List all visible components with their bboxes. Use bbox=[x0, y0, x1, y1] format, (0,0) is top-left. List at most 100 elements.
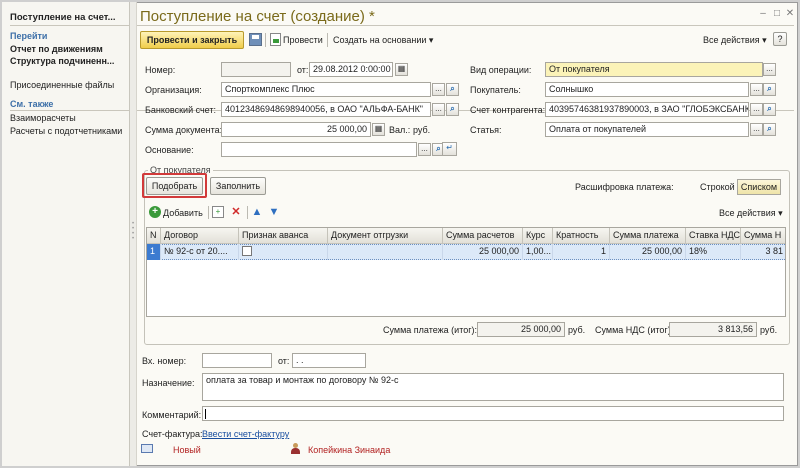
column-header-multiplicity[interactable]: Кратность bbox=[553, 228, 610, 244]
sidebar-item-attached-files[interactable]: Присоединенные файлы bbox=[10, 80, 126, 90]
add-icon[interactable]: + bbox=[149, 206, 161, 218]
number-field[interactable] bbox=[221, 62, 291, 77]
table-cell-contract[interactable]: № 92-с от 20.... bbox=[161, 244, 239, 260]
column-header-shipment-document[interactable]: Документ отгрузки bbox=[328, 228, 443, 244]
table-cell-vat-sum[interactable]: 3 81 bbox=[741, 244, 785, 260]
minimize-icon[interactable]: – bbox=[757, 8, 769, 20]
organization-label: Организация: bbox=[145, 85, 202, 95]
open-search-icon[interactable]: ⌕ bbox=[763, 123, 776, 136]
table-cell-vat-rate[interactable]: 18% bbox=[686, 244, 741, 260]
post-document-icon[interactable] bbox=[270, 33, 281, 46]
select-ellipsis-icon[interactable]: ... bbox=[763, 63, 776, 76]
article-field[interactable]: Оплата от покупателей bbox=[545, 122, 749, 137]
payment-decode-label: Расшифровка платежа: bbox=[575, 182, 674, 192]
open-search-icon[interactable]: ⌕ bbox=[763, 83, 776, 96]
buyer-label: Покупатель: bbox=[470, 85, 521, 95]
open-search-icon[interactable]: ⌕ bbox=[763, 103, 776, 116]
table-cell-rate[interactable]: 1,00... bbox=[523, 244, 553, 260]
currency-label: Вал.: bbox=[389, 125, 411, 135]
column-header-calc-sum[interactable]: Сумма расчетов bbox=[443, 228, 523, 244]
vat-total-field: 3 813,56 bbox=[669, 322, 757, 337]
basis-label: Основание: bbox=[145, 145, 194, 155]
purpose-field[interactable]: оплата за товар и монтаж по договору № 9… bbox=[202, 373, 784, 401]
move-down-icon[interactable]: ▼ bbox=[268, 206, 280, 218]
advance-checkbox[interactable] bbox=[242, 246, 252, 256]
bank-account-field[interactable]: 40123486948698940056, в ОАО "АЛЬФА-БАНК" bbox=[221, 102, 431, 117]
column-header-n[interactable]: N bbox=[147, 228, 161, 244]
sidebar-item-movements-report[interactable]: Отчет по движениям bbox=[10, 44, 126, 54]
purpose-label: Назначение: bbox=[142, 378, 195, 388]
all-actions-button[interactable]: Все действия ▾ bbox=[703, 32, 767, 48]
pick-button[interactable]: Подобрать bbox=[146, 177, 203, 195]
column-header-rate[interactable]: Курс bbox=[523, 228, 553, 244]
select-ellipsis-icon[interactable]: ... bbox=[750, 103, 763, 116]
add-button[interactable]: Добавить bbox=[163, 208, 203, 218]
calculator-icon[interactable]: ▦ bbox=[372, 123, 385, 136]
author-name: Копейкина Зинаида bbox=[308, 445, 391, 455]
sidebar bbox=[2, 2, 130, 466]
date-from-label: от: bbox=[297, 65, 309, 75]
table-cell-advance[interactable] bbox=[239, 244, 328, 260]
basis-field[interactable] bbox=[221, 142, 417, 157]
incoming-number-field[interactable] bbox=[202, 353, 272, 368]
organization-field[interactable]: Спорткомплекс Плюс bbox=[221, 82, 431, 97]
mode-row-option[interactable]: Строкой bbox=[700, 182, 735, 192]
buyer-field[interactable]: Солнышко bbox=[545, 82, 749, 97]
save-icon[interactable] bbox=[249, 33, 262, 46]
help-button[interactable]: ? bbox=[773, 32, 787, 46]
post-and-close-button[interactable]: Провести и закрыть bbox=[140, 31, 244, 49]
payment-total-field: 25 000,00 bbox=[477, 322, 565, 337]
sidebar-item-settlements[interactable]: Взаиморасчеты bbox=[10, 113, 126, 123]
select-ellipsis-icon[interactable]: ... bbox=[750, 123, 763, 136]
vat-total-label: Сумма НДС (итог): bbox=[595, 325, 674, 335]
open-search-icon[interactable]: ⌕ bbox=[446, 83, 459, 96]
post-button[interactable]: Провести bbox=[283, 32, 323, 48]
page-title: Поступление на счет (создание) * bbox=[140, 8, 375, 25]
table-cell-multiplicity[interactable]: 1 bbox=[553, 244, 610, 260]
bank-account-label: Банковский счет: bbox=[145, 105, 217, 115]
mode-list-option[interactable]: Списком bbox=[737, 179, 781, 195]
table-cell-calc-sum[interactable]: 25 000,00 bbox=[443, 244, 523, 260]
date-field[interactable]: 29.08.2012 0:00:00 bbox=[309, 62, 393, 77]
comment-label: Комментарий: bbox=[142, 410, 202, 420]
select-ellipsis-icon[interactable]: ... bbox=[432, 103, 445, 116]
sidebar-splitter[interactable]: • • • • bbox=[130, 2, 137, 466]
document-sum-field[interactable]: 25 000,00 bbox=[221, 122, 371, 137]
status-new: Новый bbox=[173, 445, 201, 455]
delete-icon[interactable]: ✕ bbox=[230, 206, 242, 218]
column-header-vat-rate[interactable]: Ставка НДС bbox=[686, 228, 741, 244]
grid-all-actions-button[interactable]: Все действия ▾ bbox=[719, 208, 783, 219]
text-cursor bbox=[205, 409, 206, 419]
counterparty-account-field[interactable]: 40395746381937890003, в ЗАО "ГЛОБЭКСБАНК… bbox=[545, 102, 749, 117]
table-cell-payment-sum[interactable]: 25 000,00 bbox=[610, 244, 686, 260]
incoming-number-label: Вх. номер: bbox=[142, 356, 187, 366]
comment-field[interactable] bbox=[202, 406, 784, 421]
column-header-contract[interactable]: Договор bbox=[161, 228, 239, 244]
incoming-date-field[interactable]: . . bbox=[292, 353, 366, 368]
column-header-vat-sum[interactable]: Сумма Н bbox=[741, 228, 785, 244]
column-header-payment-sum[interactable]: Сумма платежа bbox=[610, 228, 686, 244]
move-up-icon[interactable]: ▲ bbox=[251, 206, 263, 218]
close-icon[interactable]: ✕ bbox=[784, 8, 796, 20]
calendar-icon[interactable]: ▦ bbox=[395, 63, 408, 76]
copy-icon[interactable]: + bbox=[212, 206, 224, 218]
sidebar-doc-title[interactable]: Поступление на счет... bbox=[10, 12, 126, 23]
create-based-on-button[interactable]: Создать на основании ▾ bbox=[333, 32, 433, 48]
column-header-advance[interactable]: Признак аванса bbox=[239, 228, 328, 244]
select-ellipsis-icon[interactable]: ... bbox=[432, 83, 445, 96]
currency-value: руб. bbox=[413, 125, 431, 135]
go-to-basis-icon[interactable]: ↵ bbox=[442, 142, 457, 156]
article-label: Статья: bbox=[470, 125, 502, 135]
enter-invoice-link[interactable]: Ввести счет-фактуру bbox=[202, 429, 289, 439]
fill-button[interactable]: Заполнить bbox=[210, 177, 266, 195]
invoice-label: Счет-фактура: bbox=[142, 429, 203, 439]
select-ellipsis-icon[interactable]: ... bbox=[418, 143, 431, 156]
select-ellipsis-icon[interactable]: ... bbox=[750, 83, 763, 96]
sidebar-item-subordinate-structure[interactable]: Структура подчиненн... bbox=[10, 56, 126, 66]
sidebar-item-accountable-settlements[interactable]: Расчеты с подотчетниками bbox=[10, 126, 128, 136]
table-cell-shipment[interactable] bbox=[328, 244, 443, 260]
table-cell-n[interactable]: 1 bbox=[147, 244, 161, 260]
open-search-icon[interactable]: ⌕ bbox=[446, 103, 459, 116]
maximize-icon[interactable]: □ bbox=[771, 8, 783, 20]
operation-type-field[interactable]: От покупателя bbox=[545, 62, 763, 77]
